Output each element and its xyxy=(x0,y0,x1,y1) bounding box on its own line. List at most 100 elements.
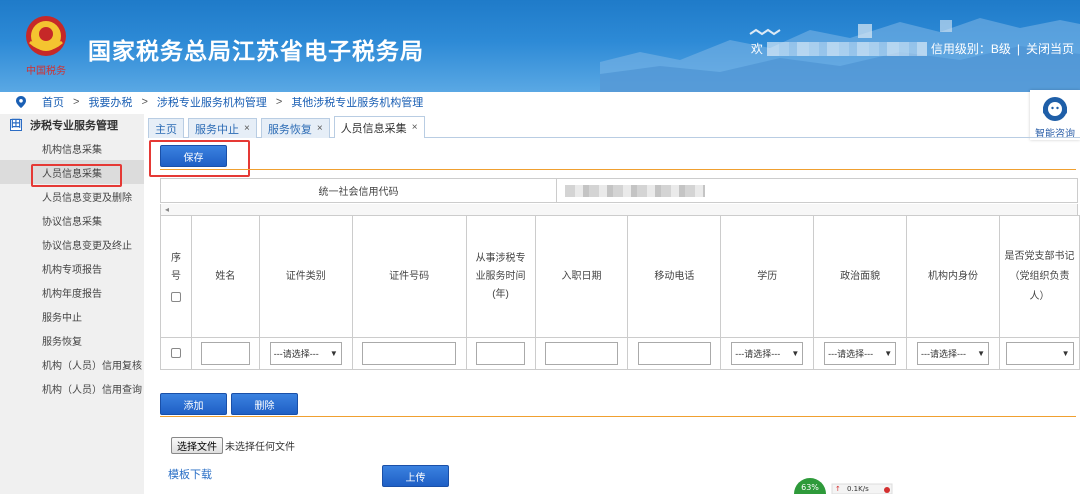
sidebar-item-special-report[interactable]: 机构专项报告 xyxy=(0,256,144,280)
select-value: ---请选择--- xyxy=(828,349,874,359)
highlight-box-sidebar xyxy=(31,164,122,187)
tab-staff-info[interactable]: 人员信息采集 × xyxy=(333,116,425,138)
service-years-input[interactable] xyxy=(476,342,526,365)
divider-line xyxy=(160,416,1076,417)
sidebar-item-credit-review[interactable]: 机构（人员）信用复核 xyxy=(0,352,144,376)
id-number-input[interactable] xyxy=(362,342,457,365)
col-service-years-label: 从事涉税专业服务时间(年) xyxy=(475,252,526,300)
welcome-text: 欢 xyxy=(750,42,763,56)
col-education: 学历 xyxy=(720,215,815,338)
cell-org-role: ---请选择--- ▼ xyxy=(906,337,1000,370)
tab-label: 主页 xyxy=(155,123,177,136)
tax-emblem-icon: 中国税务 xyxy=(26,16,66,77)
breadcrumb-tax[interactable]: 我要办税 xyxy=(88,94,132,110)
file-status: 未选择任何文件 xyxy=(225,442,295,453)
sidebar-item-annual-report[interactable]: 机构年度报告 xyxy=(0,280,144,304)
col-service-years: 从事涉税专业服务时间(年) xyxy=(465,215,536,338)
tab-bar: 主页 服务中止 × 服务恢复 × 人员信息采集 × xyxy=(148,116,429,138)
close-page-link[interactable]: 关闭当页 xyxy=(1026,40,1074,57)
col-political: 政治面貌 xyxy=(813,215,908,338)
network-speed: 0.1K/s xyxy=(847,485,869,493)
cell-id-type: ---请选择--- ▼ xyxy=(258,337,353,370)
credit-code-label: 统一社会信用代码 xyxy=(161,179,557,202)
col-name: 姓名 xyxy=(190,215,260,338)
dropdown-arrow-icon: ▼ xyxy=(1061,349,1070,358)
add-button[interactable]: 添加 xyxy=(160,393,227,415)
breadcrumb: 首页 > 我要办税 > 涉税专业服务机构管理 > 其他涉税专业服务机构管理 xyxy=(0,92,1080,112)
tab-home[interactable]: 主页 xyxy=(148,118,184,138)
col-id-number: 证件号码 xyxy=(351,215,467,338)
upload-button[interactable]: 上传 xyxy=(382,465,449,487)
select-value: ---请选择--- xyxy=(735,349,781,359)
close-icon[interactable]: × xyxy=(244,123,250,134)
credit-code-row: 统一社会信用代码 xyxy=(160,178,1078,203)
col-party-secretary-label: 是否党支部书记（党组织负责人） xyxy=(1004,250,1075,302)
dropdown-arrow-icon: ▼ xyxy=(977,349,986,358)
sidebar-item-agreement-change[interactable]: 协议信息变更及终止 xyxy=(0,232,144,256)
template-download-link[interactable]: 模板下载 xyxy=(168,466,212,482)
select-value: ---请选择--- xyxy=(273,349,319,359)
col-entry-date: 入职日期 xyxy=(534,215,629,338)
breadcrumb-home[interactable]: 首页 xyxy=(42,94,64,110)
blurred-credit-code xyxy=(565,184,705,197)
sidebar-section-header[interactable]: 田 涉税专业服务管理 xyxy=(0,114,144,136)
breadcrumb-separator: > xyxy=(275,96,283,108)
close-icon[interactable]: × xyxy=(412,122,418,133)
sidebar-item-org-info[interactable]: 机构信息采集 xyxy=(0,136,144,160)
table-row: ---请选择--- ▼ ---请选择--- ▼ ---请选择--- ▼ ---请选择-… xyxy=(160,337,1080,370)
entry-date-input[interactable] xyxy=(544,342,618,365)
breadcrumb-separator: > xyxy=(141,96,148,108)
delete-button[interactable]: 删除 xyxy=(231,393,298,415)
close-icon[interactable]: × xyxy=(317,123,323,134)
choose-file-button[interactable]: 选择文件 xyxy=(171,437,223,454)
col-id-type: 证件类别 xyxy=(258,215,353,338)
breadcrumb-separator: > xyxy=(73,96,80,108)
col-org-role: 机构内身份 xyxy=(906,215,1000,338)
dropdown-arrow-icon: ▼ xyxy=(329,349,338,358)
col-mobile: 移动电话 xyxy=(627,215,722,338)
col-party-secretary: 是否党支部书记（党组织负责人） xyxy=(999,215,1080,338)
svg-text:↑: ↑ xyxy=(835,485,841,493)
staff-table: 序号 姓名 证件类别 证件号码 从事涉税专业服务时间(年) 入职日期 移动电话 … xyxy=(160,215,1080,370)
party-secretary-select[interactable]: ▼ xyxy=(1005,342,1074,365)
tab-service-resume[interactable]: 服务恢复 × xyxy=(260,118,330,138)
cell-political: ---请选择--- ▼ xyxy=(813,337,908,370)
site-header: 中国税务 国家税务总局江苏省电子税务局 欢 信用级别：B级 | 关闭当页 xyxy=(0,0,1080,92)
org-role-select[interactable]: ---请选择--- ▼ xyxy=(917,342,990,365)
breadcrumb-other-mgmt[interactable]: 其他涉税专业服务机构管理 xyxy=(291,94,423,110)
network-speed-widget: 63% ↑ 0.1K/s xyxy=(792,476,896,494)
col-seq: 序号 xyxy=(160,215,192,338)
credit-level: 信用级别：B级 xyxy=(930,42,1011,56)
cell-education: ---请选择--- ▼ xyxy=(720,337,815,370)
horizontal-scrollbar[interactable]: ◂ xyxy=(160,204,1078,215)
smart-consult-button[interactable]: 智能咨询 xyxy=(1030,90,1080,140)
sidebar-item-credit-query[interactable]: 机构（人员）信用查询 xyxy=(0,376,144,400)
expand-icon: 田 xyxy=(10,119,22,131)
location-pin-icon xyxy=(16,96,26,108)
id-type-select[interactable]: ---请选择--- ▼ xyxy=(269,342,342,365)
sidebar-item-service-resume[interactable]: 服务恢复 xyxy=(0,328,144,352)
sidebar-item-service-suspend[interactable]: 服务中止 xyxy=(0,304,144,328)
breadcrumb-agency-mgmt[interactable]: 涉税专业服务机构管理 xyxy=(157,94,267,110)
divider-line xyxy=(160,169,1076,170)
name-input[interactable] xyxy=(200,342,250,365)
education-select[interactable]: ---请选择--- ▼ xyxy=(731,342,804,365)
highlight-box-save xyxy=(149,140,250,177)
network-gauge-icon: 63% ↑ 0.1K/s xyxy=(794,478,893,494)
sidebar-item-staff-change[interactable]: 人员信息变更及删除 xyxy=(0,184,144,208)
headset-icon xyxy=(1043,97,1067,121)
select-all-checkbox[interactable] xyxy=(170,291,181,302)
sidebar-item-agreement-info[interactable]: 协议信息采集 xyxy=(0,208,144,232)
credit-code-value xyxy=(557,179,1077,202)
col-seq-label: 序号 xyxy=(170,252,181,282)
dropdown-arrow-icon: ▼ xyxy=(884,349,893,358)
blurred-username xyxy=(766,41,927,56)
cell-seq xyxy=(160,337,192,370)
row-checkbox[interactable] xyxy=(170,348,181,359)
tab-service-suspend[interactable]: 服务中止 × xyxy=(188,118,257,138)
political-select[interactable]: ---请选择--- ▼ xyxy=(824,342,897,365)
mobile-input[interactable] xyxy=(637,342,711,365)
dropdown-arrow-icon: ▼ xyxy=(791,349,800,358)
tab-label: 人员信息采集 xyxy=(340,122,407,135)
tab-label: 服务恢复 xyxy=(267,123,312,136)
